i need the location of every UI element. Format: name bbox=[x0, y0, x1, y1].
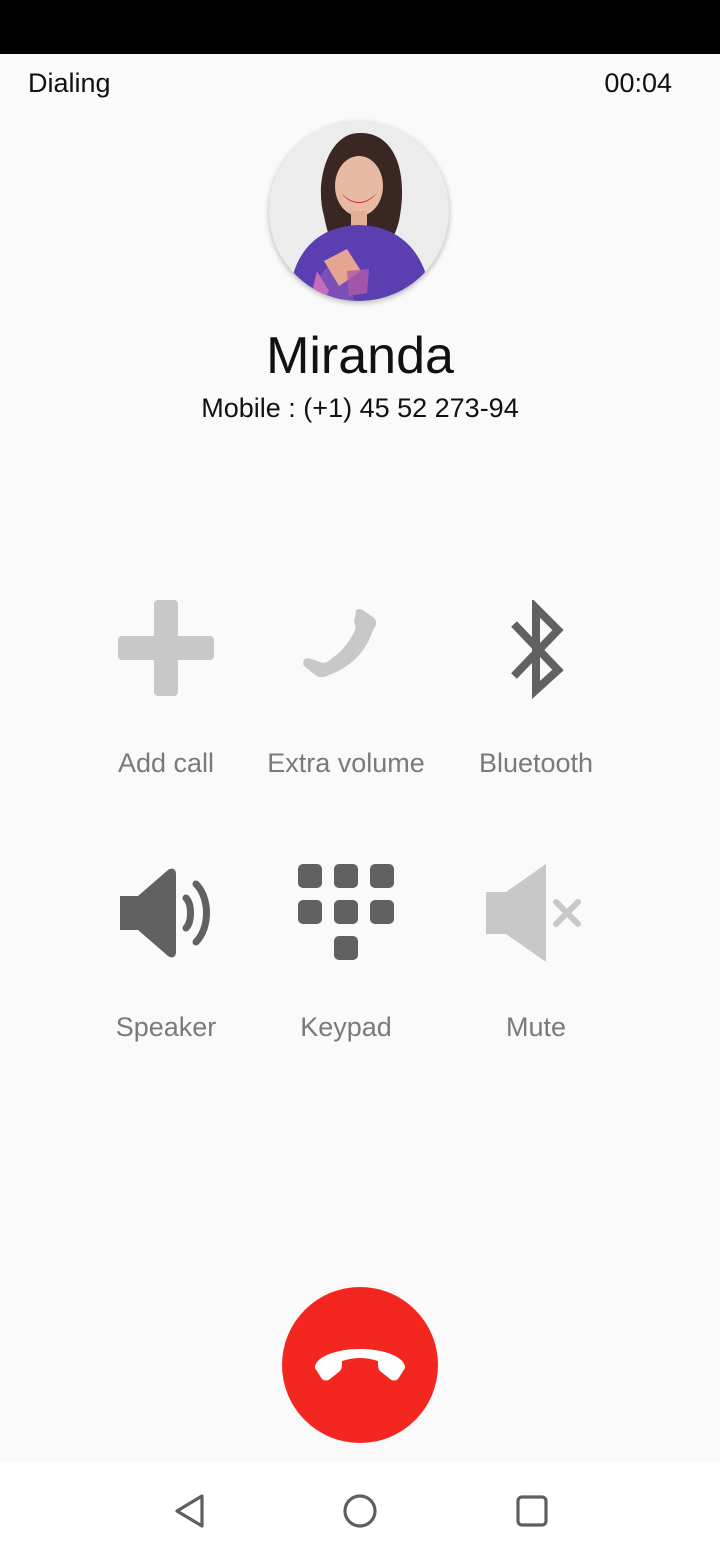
speaker-icon bbox=[116, 864, 216, 964]
status-bar bbox=[0, 0, 720, 54]
keypad-icon bbox=[296, 864, 396, 964]
recents-button[interactable] bbox=[507, 1486, 557, 1536]
mute-icon bbox=[486, 864, 586, 964]
plus-icon bbox=[116, 600, 216, 700]
call-timer: 00:04 bbox=[604, 68, 672, 98]
extra-volume-label: Extra volume bbox=[267, 748, 425, 778]
bluetooth-icon bbox=[486, 600, 586, 700]
navigation-bar bbox=[0, 1463, 720, 1560]
call-status: Dialing bbox=[28, 68, 111, 98]
home-circle-icon bbox=[343, 1494, 377, 1528]
avatar-photo bbox=[269, 121, 449, 301]
recents-square-icon bbox=[516, 1495, 548, 1527]
add-call-label: Add call bbox=[117, 748, 215, 778]
mute-label: Mute bbox=[505, 1012, 567, 1042]
phone-icon bbox=[296, 600, 396, 700]
bluetooth-label: Bluetooth bbox=[478, 748, 594, 778]
back-button[interactable] bbox=[165, 1486, 215, 1536]
speaker-label: Speaker bbox=[115, 1012, 217, 1042]
contact-avatar bbox=[269, 121, 449, 301]
keypad-label: Keypad bbox=[300, 1012, 392, 1042]
home-button[interactable] bbox=[335, 1486, 385, 1536]
call-screen: Dialing 00:04 Miranda Mobile : (+1) 45 5… bbox=[0, 0, 720, 1560]
hang-up-icon bbox=[314, 1349, 406, 1381]
contact-number: Mobile : (+1) 45 52 273-94 bbox=[201, 393, 519, 423]
contact-name: Miranda bbox=[266, 327, 454, 385]
back-triangle-icon bbox=[175, 1494, 204, 1528]
end-call-button[interactable] bbox=[282, 1287, 438, 1443]
